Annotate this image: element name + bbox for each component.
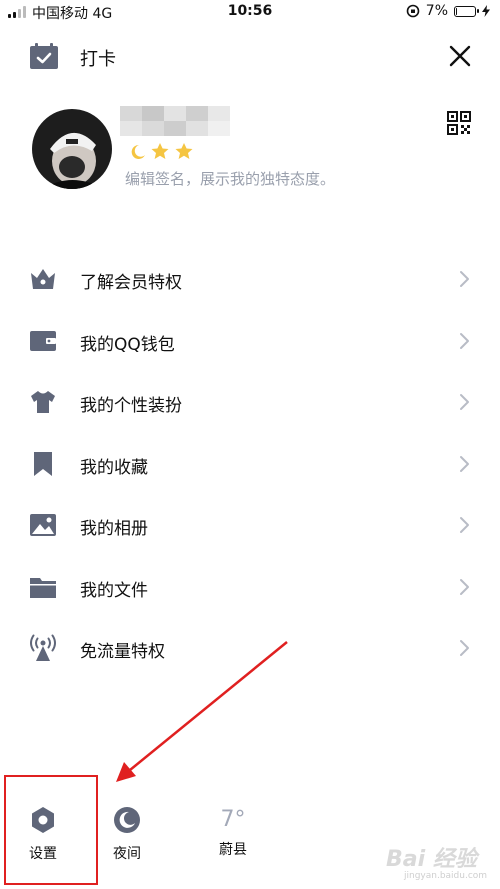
drawer-menu: 了解会员特权 我的QQ钱包 我的个性装扮 我的收藏 我的相册 我的文件 免流量特… [0, 248, 500, 679]
battery-icon [454, 5, 479, 17]
bookmark-icon [34, 451, 52, 476]
chevron-right-icon [460, 517, 469, 533]
menu-label: 我的收藏 [80, 457, 148, 478]
menu-item-themes[interactable]: 我的个性装扮 [0, 371, 500, 433]
battery-percent: 7% [425, 3, 448, 19]
chevron-right-icon [460, 455, 469, 472]
weather-city: 蔚县 [219, 842, 247, 858]
menu-item-album[interactable]: 我的相册 [0, 494, 500, 556]
menu-label: 我的文件 [80, 580, 148, 601]
menu-item-favorites[interactable]: 我的收藏 [0, 433, 500, 495]
menu-item-vip[interactable]: 了解会员特权 [0, 248, 500, 310]
status-right: 7% [406, 3, 490, 19]
folder-icon [30, 577, 56, 598]
settings-hexagon-icon [32, 807, 54, 833]
watermark-logo: Bai 经验 [386, 847, 477, 872]
settings-button[interactable]: 设置 [8, 805, 78, 863]
menu-label: 我的相册 [80, 519, 148, 539]
chevron-right-icon [460, 578, 469, 595]
chevron-right-icon [460, 271, 469, 287]
avatar[interactable] [32, 109, 112, 189]
menu-label: 我的QQ钱包 [80, 334, 175, 355]
charging-icon [482, 5, 490, 17]
menu-label: 了解会员特权 [80, 273, 182, 293]
qr-code-icon[interactable] [447, 111, 471, 135]
username-blurred[interactable] [120, 106, 230, 136]
shirt-icon [31, 391, 55, 413]
chevron-right-icon [460, 640, 469, 656]
weather-temperature: 7° [220, 807, 246, 832]
signature-text[interactable]: 编辑签名，展示我的独特态度。 [125, 168, 335, 189]
antenna-icon [30, 634, 56, 661]
orientation-lock-icon [406, 4, 420, 18]
menu-label: 免流量特权 [80, 642, 165, 662]
chevron-right-icon [460, 332, 469, 349]
weather-button[interactable]: 7° 蔚县 [198, 805, 268, 859]
crown-icon [31, 269, 55, 289]
close-icon [449, 45, 471, 67]
wallet-icon [30, 330, 56, 351]
moon-level-icon [131, 144, 145, 159]
vip-level-badges [125, 143, 195, 159]
calendar-check-icon[interactable] [30, 43, 58, 69]
checkin-label[interactable]: 打卡 [80, 45, 116, 71]
star-level-icon [151, 143, 169, 159]
watermark-url: jingyan.baidu.com [404, 871, 488, 881]
close-button[interactable] [444, 40, 476, 72]
chevron-right-icon [460, 394, 469, 410]
menu-item-wallet[interactable]: 我的QQ钱包 [0, 310, 500, 372]
status-bar: 中国移动 4G 10:56 7% [0, 0, 500, 24]
settings-label: 设置 [29, 846, 57, 862]
menu-item-free-data[interactable]: 免流量特权 [0, 617, 500, 679]
night-mode-button[interactable]: 夜间 [92, 805, 162, 863]
menu-label: 我的个性装扮 [80, 396, 182, 416]
battery-level [456, 7, 457, 15]
menu-item-files[interactable]: 我的文件 [0, 556, 500, 618]
photo-icon [30, 514, 56, 536]
night-label: 夜间 [113, 846, 141, 862]
star-level-icon [175, 143, 193, 159]
moon-icon [114, 807, 140, 833]
